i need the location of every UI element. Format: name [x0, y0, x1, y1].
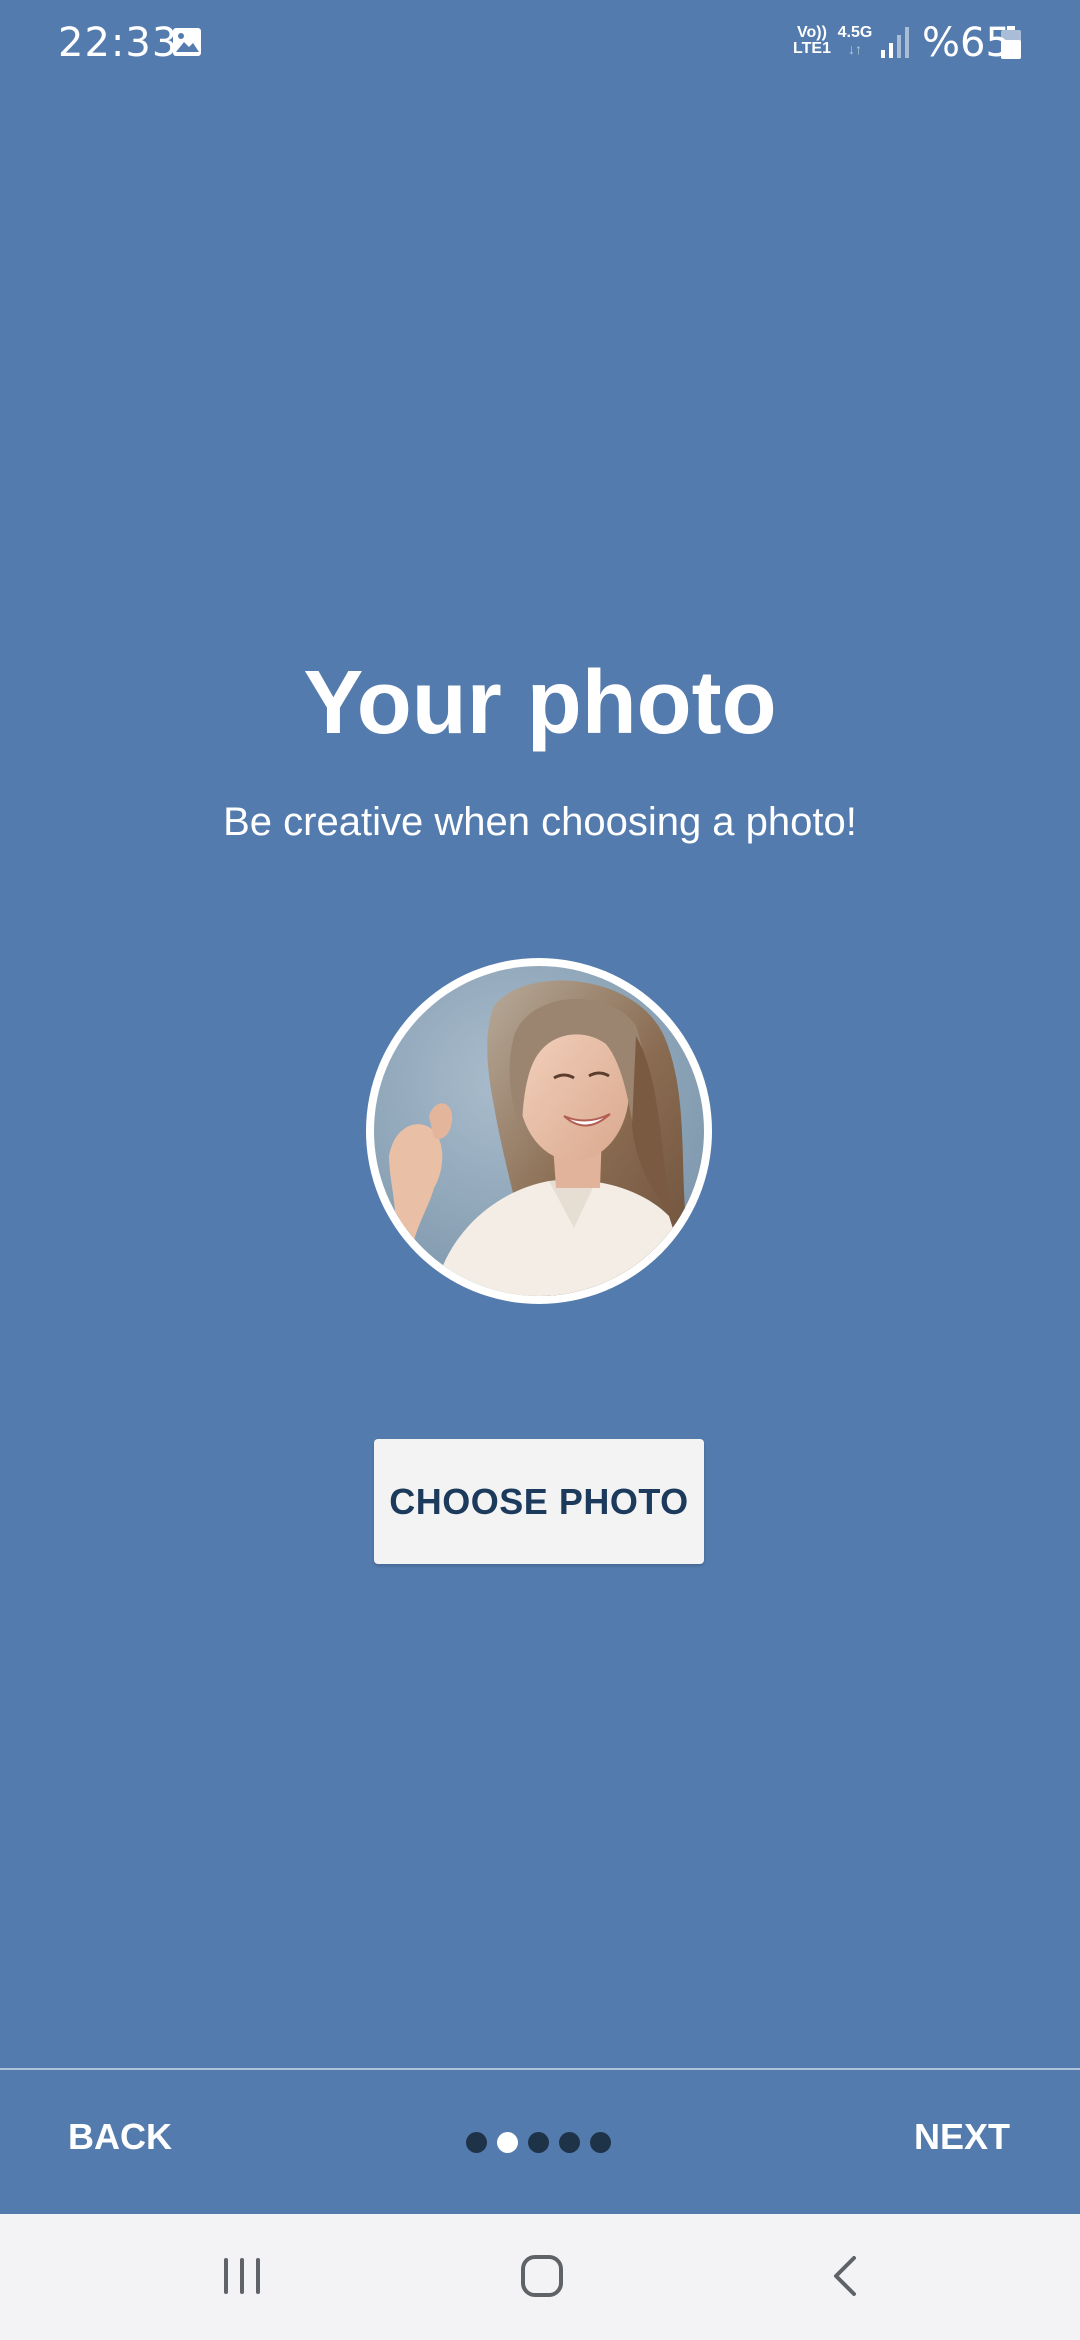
status-bar: 22:33 Vo)) LTE1 4.5G ↓↑ %65: [0, 0, 1080, 90]
battery-icon: [1001, 26, 1021, 59]
profile-photo-frame[interactable]: [366, 958, 712, 1304]
next-button[interactable]: NEXT: [914, 2116, 1010, 2158]
home-icon[interactable]: [520, 2254, 564, 2298]
page-dot-4: [559, 2132, 580, 2153]
data-arrows-icon: ↓↑: [848, 41, 862, 57]
page-indicator: [466, 2132, 611, 2154]
volte-label-bottom: LTE1: [793, 40, 831, 57]
network-label: 4.5G: [837, 24, 873, 41]
profile-photo-image: [374, 966, 704, 1296]
signal-icon: [881, 27, 909, 58]
bottom-divider: [0, 2068, 1080, 2070]
volte-indicator: Vo)) LTE1: [792, 25, 832, 57]
page-dot-2-active: [497, 2132, 518, 2153]
page-subtitle: Be creative when choosing a photo!: [223, 800, 857, 844]
page-dot-1: [466, 2132, 487, 2153]
onboarding-screen: 22:33 Vo)) LTE1 4.5G ↓↑ %65 Your photo B…: [0, 0, 1080, 2340]
battery-percentage: %65: [922, 20, 1011, 66]
status-time: 22:33: [58, 20, 179, 66]
choose-photo-button[interactable]: CHOOSE PHOTO: [374, 1439, 704, 1564]
gallery-notification-icon: [173, 28, 201, 56]
volte-label-top: Vo)): [797, 24, 827, 41]
network-type-indicator: 4.5G ↓↑: [836, 24, 874, 58]
page-dot-3: [528, 2132, 549, 2153]
page-dot-5: [590, 2132, 611, 2153]
recents-icon[interactable]: [220, 2256, 264, 2296]
back-icon[interactable]: [830, 2254, 860, 2298]
page-title: Your photo: [303, 653, 777, 753]
back-button[interactable]: BACK: [68, 2116, 172, 2158]
profile-photo: [374, 966, 704, 1296]
